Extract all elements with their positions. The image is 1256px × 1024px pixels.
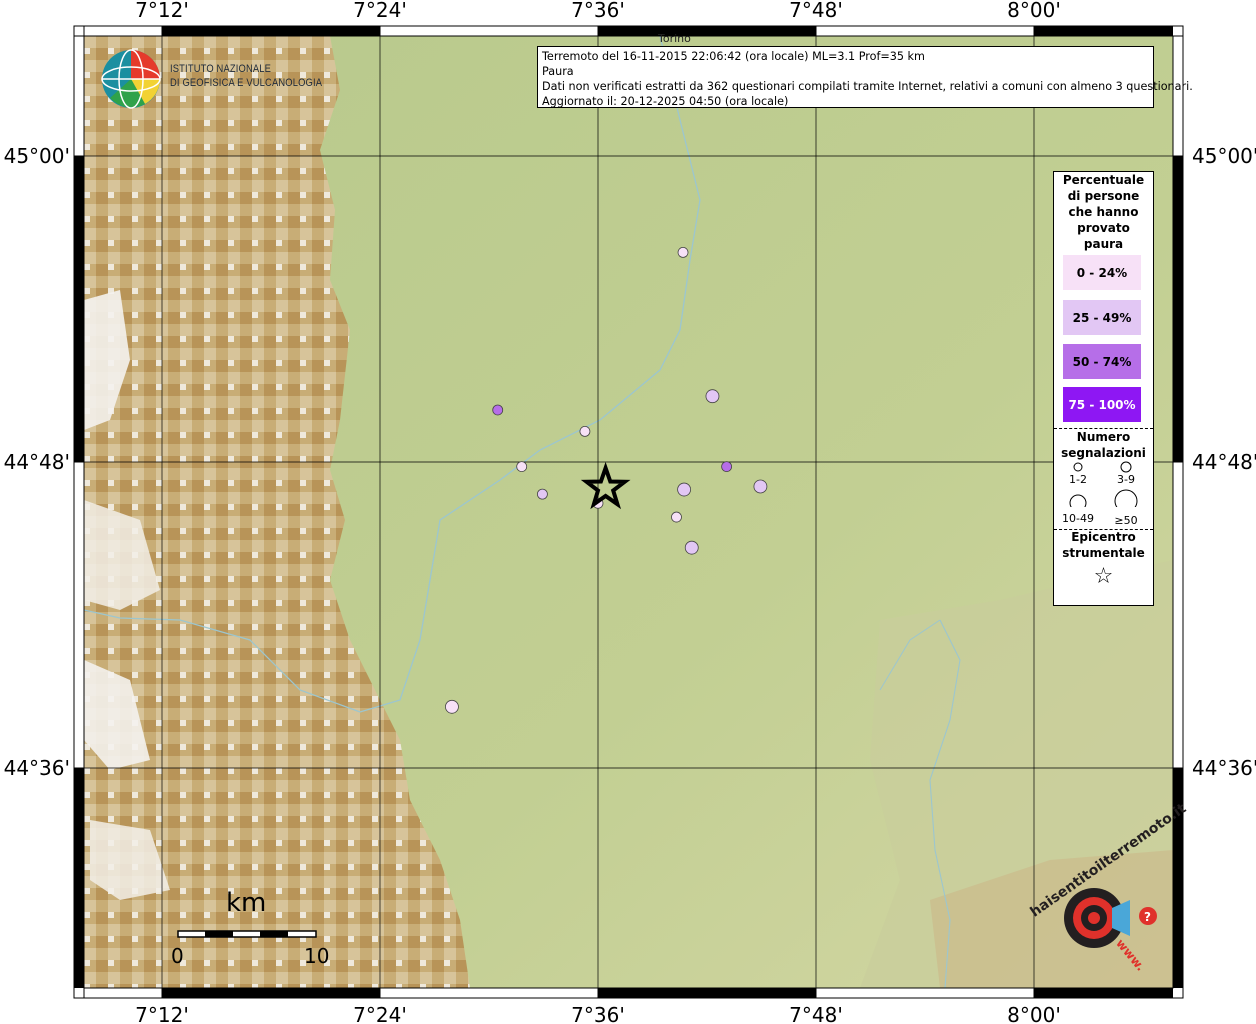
size-label: ≥50 <box>1114 514 1138 527</box>
terrain <box>84 36 1173 988</box>
lat-label-left: 45°00' <box>4 144 70 168</box>
legend-epicenter-title: Epicentro strumentale <box>1062 530 1145 560</box>
lat-label-left: 44°48' <box>4 450 70 474</box>
lon-label-bottom: 8°00' <box>1007 1003 1061 1024</box>
lon-label-top: 7°36' <box>571 0 625 22</box>
felt-report-point <box>684 540 699 555</box>
ingv-globe-icon <box>101 49 161 109</box>
lon-label-top: 7°24' <box>353 0 407 22</box>
legend-title: Percentuale di persone che hanno provato… <box>1062 173 1145 251</box>
lat-label-right: 44°36' <box>1192 756 1256 780</box>
lon-label-top: 8°00' <box>1007 0 1061 22</box>
scale-bar <box>177 930 317 938</box>
lon-label-bottom: 7°36' <box>571 1003 625 1024</box>
legend-class-label: 25 - 49% <box>1072 310 1132 325</box>
legend-class-label: 50 - 74% <box>1072 354 1132 369</box>
map-type: Paura <box>542 65 574 78</box>
legend: Percentuale di persone che hanno provato… <box>1053 171 1154 606</box>
legend-star-icon: ☆ <box>1093 564 1114 589</box>
legend-class-1: 25 - 49% <box>1063 300 1141 335</box>
lon-label-top: 7°12' <box>135 0 189 22</box>
lon-label-bottom: 7°12' <box>135 1003 189 1024</box>
lat-label-left: 44°36' <box>4 756 70 780</box>
haisentito-logo: ? haisentitoilterremoto.it www. <box>1028 801 1190 985</box>
felt-report-point <box>445 699 459 714</box>
event-title: Terremoto del 16-11-2015 22:06:42 (ora l… <box>542 50 925 63</box>
city-label: Torino <box>658 32 691 45</box>
felt-report-point <box>753 479 768 494</box>
felt-report-point <box>721 461 733 472</box>
legend-class-2: 50 - 74% <box>1063 344 1141 379</box>
legend-class-3: 75 - 100% <box>1063 387 1141 422</box>
lat-label-right: 45°00' <box>1192 144 1256 168</box>
felt-report-point <box>705 389 720 404</box>
felt-report-point <box>579 425 591 437</box>
scale-max: 10 <box>304 944 330 968</box>
lon-label-bottom: 7°48' <box>789 1003 843 1024</box>
size-label: 3-9 <box>1117 473 1135 486</box>
legend-class-label: 75 - 100% <box>1068 397 1136 412</box>
felt-report-point <box>671 511 682 523</box>
lon-label-top: 7°48' <box>789 0 843 22</box>
size-label: 1-2 <box>1069 473 1087 486</box>
felt-report-point <box>516 461 528 472</box>
lat-label-right: 44°48' <box>1192 450 1256 474</box>
updated-timestamp: Aggiornato il: 20-12-2025 04:50 (ora loc… <box>542 95 789 108</box>
event-info-box: Terremoto del 16-11-2015 22:06:42 (ora l… <box>537 46 1193 108</box>
felt-report-point <box>677 482 692 497</box>
scale-min: 0 <box>171 944 184 968</box>
scale-unit: km <box>226 888 267 918</box>
ingv-logo: ISTITUTO NAZIONALE DI GEOFISICA E VULCAN… <box>100 48 330 110</box>
size-label: 10-49 <box>1062 512 1094 525</box>
felt-report-point <box>492 404 504 416</box>
logo-line: DI GEOFISICA E VULCANOLOGIA <box>170 77 323 89</box>
data-disclaimer: Dati non verificati estratti da 362 ques… <box>542 80 1193 93</box>
felt-report-point <box>537 488 548 500</box>
legend-class-label: 0 - 24% <box>1076 265 1128 280</box>
logo-line: ISTITUTO NAZIONALE <box>170 63 272 75</box>
lon-label-bottom: 7°24' <box>353 1003 407 1024</box>
felt-report-point <box>677 246 689 258</box>
legend-class-0: 0 - 24% <box>1063 255 1141 290</box>
